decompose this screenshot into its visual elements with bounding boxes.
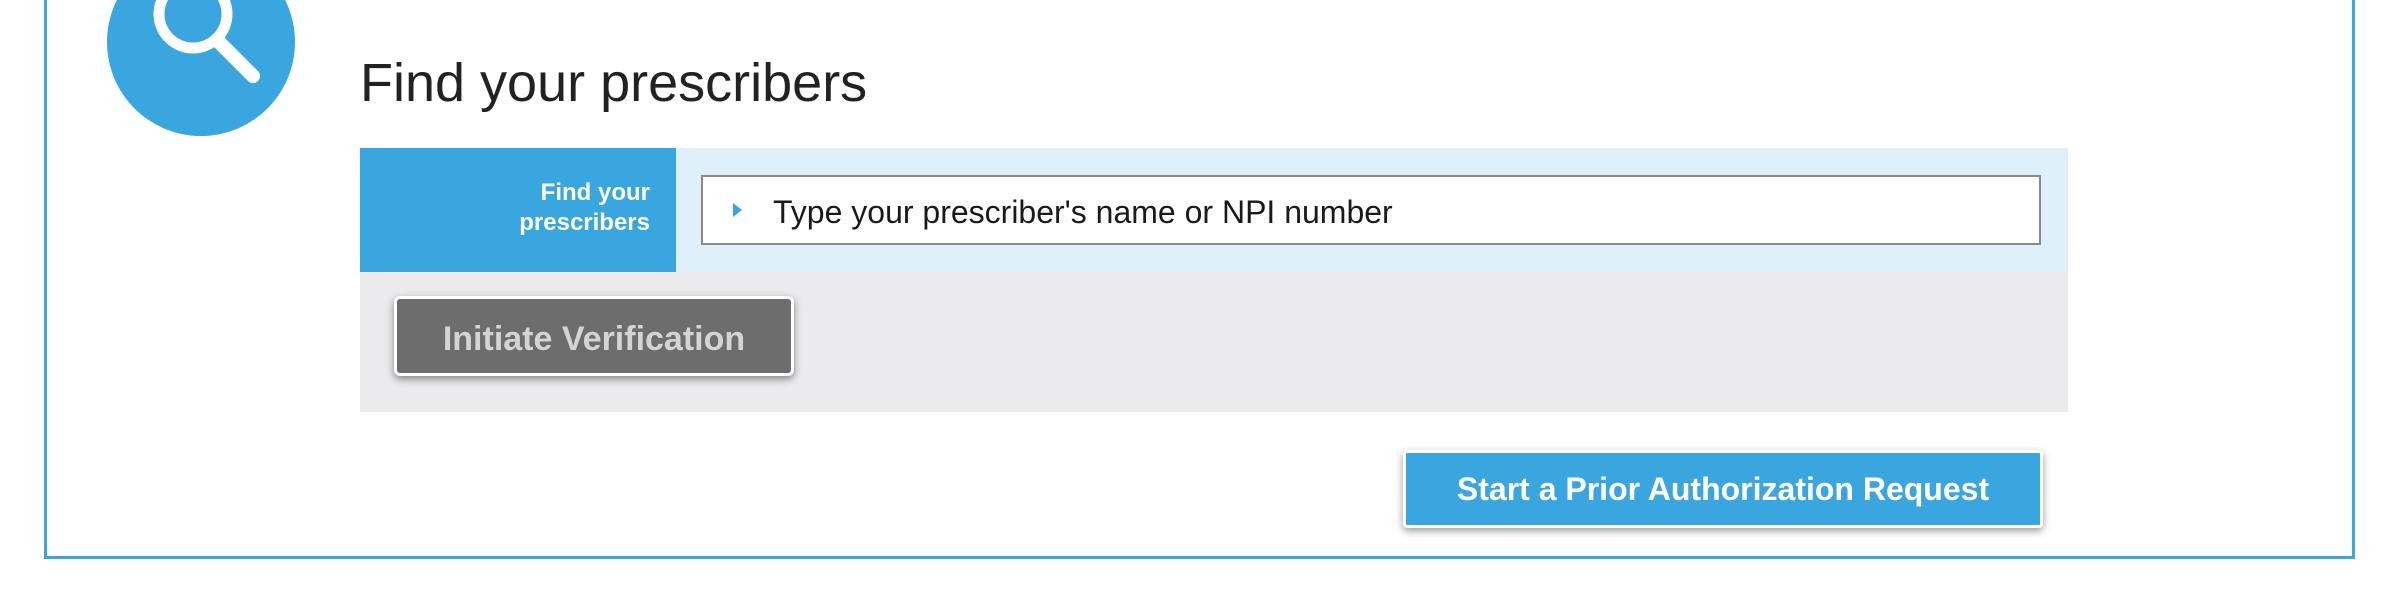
find-label-line1: Find your	[540, 179, 650, 206]
prescriber-search-input[interactable]: Type your prescriber's name or NPI numbe…	[701, 175, 2041, 245]
find-prescriber-row: Find your prescribers Type your prescrib…	[360, 148, 2068, 272]
verification-row: Initiate Verification	[360, 272, 2068, 412]
prescriber-search-text: Type your prescriber's name or NPI numbe…	[773, 194, 1393, 230]
start-prior-authorization-button[interactable]: Start a Prior Authorization Request	[1403, 450, 2043, 528]
find-prescriber-label: Find your prescribers	[360, 148, 676, 272]
page-title: Find your prescribers	[360, 53, 868, 113]
initiate-verification-button[interactable]: Initiate Verification	[394, 296, 794, 376]
caret-right-icon	[733, 203, 742, 217]
find-label-line2: prescribers	[519, 209, 650, 236]
search-icon	[107, 0, 295, 136]
